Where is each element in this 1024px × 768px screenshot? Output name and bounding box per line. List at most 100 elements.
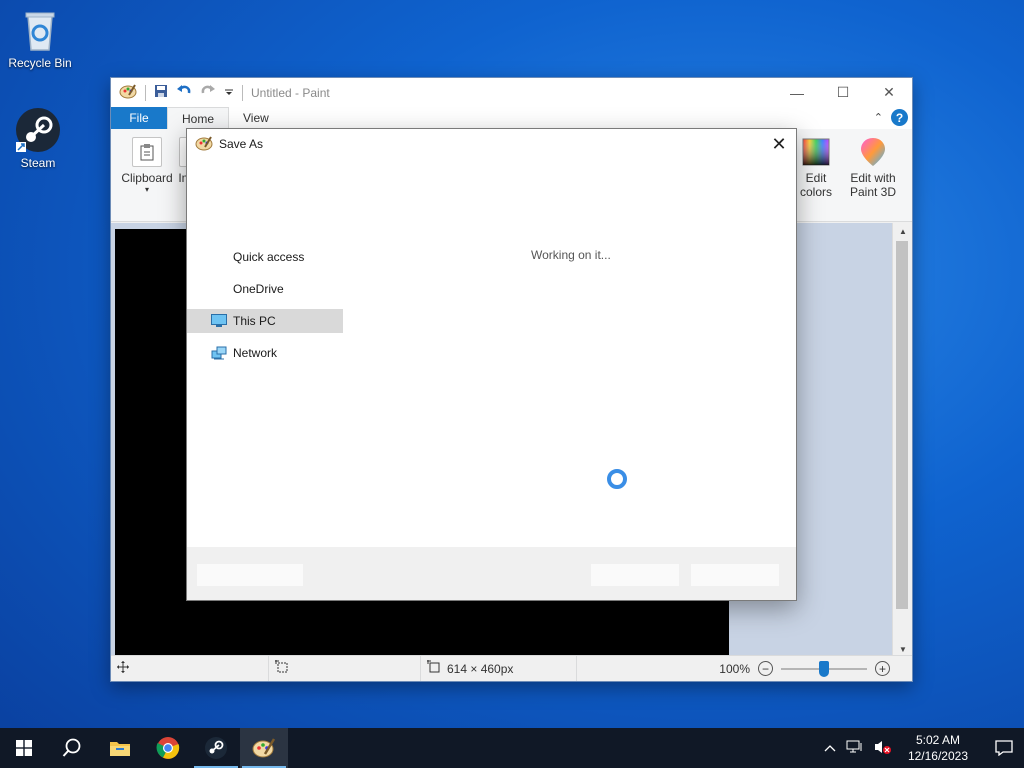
paint3d-label-2: Paint 3D <box>849 185 897 199</box>
customize-qat-icon[interactable] <box>224 86 234 100</box>
edit-colors-icon <box>801 137 831 167</box>
dialog-close-button[interactable]: ✕ <box>762 129 796 159</box>
recycle-bin-label: Recycle Bin <box>8 56 72 70</box>
taskbar-chrome[interactable] <box>144 728 192 768</box>
qat-separator-2 <box>242 84 243 101</box>
clock-time: 5:02 AM <box>915 733 960 747</box>
paint-window-title: Untitled - Paint <box>251 85 330 100</box>
loading-status-text: Working on it... <box>531 248 611 262</box>
notification-icon <box>995 740 1013 756</box>
tab-view[interactable]: View <box>229 107 283 129</box>
desktop-icon-steam[interactable]: Steam <box>0 106 76 170</box>
search-button[interactable] <box>48 728 96 768</box>
steam-label: Steam <box>20 156 56 170</box>
scrollbar-thumb[interactable] <box>896 241 908 609</box>
redo-icon[interactable] <box>200 84 216 101</box>
status-bar: 614 × 460px 100% − + <box>111 655 912 681</box>
network-status-icon[interactable] <box>846 739 864 758</box>
maximize-button[interactable]: ☐ <box>820 78 866 107</box>
taskbar-paint[interactable] <box>240 728 288 768</box>
dialog-footer <box>187 547 796 600</box>
dialog-titlebar: Save As <box>187 129 796 159</box>
paint-titlebar: Untitled - Paint — ☐ ✕ <box>111 78 912 107</box>
steam-icon <box>205 737 227 759</box>
show-hidden-icons-icon[interactable] <box>824 741 836 755</box>
clipboard-label: Clipboard <box>121 171 173 185</box>
clipboard-icon <box>132 137 162 167</box>
computer-icon <box>211 314 227 328</box>
dialog-paint-icon <box>195 135 213 154</box>
paint3d-label-1: Edit with <box>850 171 896 185</box>
selection-size-cell <box>269 656 421 681</box>
system-tray: 5:02 AM 12/16/2023 <box>824 728 1024 768</box>
minimize-button[interactable]: — <box>774 78 820 107</box>
start-button[interactable] <box>0 728 48 768</box>
clock-date: 12/16/2023 <box>907 749 968 763</box>
tab-home[interactable]: Home <box>167 107 230 129</box>
canvas-size-text: 614 × 460px <box>447 661 514 676</box>
dialog-title: Save As <box>219 137 264 151</box>
taskbar-clock[interactable]: 5:02 AM 12/16/2023 <box>902 732 974 764</box>
cursor-position-cell <box>111 656 269 681</box>
collapse-ribbon-icon[interactable]: ⌃ <box>874 111 883 124</box>
nav-label-onedrive: OneDrive <box>233 282 284 296</box>
hide-folders-placeholder[interactable] <box>197 564 303 586</box>
qat-separator <box>145 84 146 101</box>
nav-label-quick-access: Quick access <box>233 250 305 264</box>
close-button[interactable]: ✕ <box>866 78 912 107</box>
folder-icon <box>110 742 130 756</box>
zoom-out-button[interactable]: − <box>758 661 773 676</box>
edit-colors-label-1: Edit <box>805 171 827 185</box>
canvas-size-icon <box>427 660 441 677</box>
windows-icon <box>16 740 32 756</box>
canvas-size-cell: 614 × 460px <box>421 656 577 681</box>
zoom-in-button[interactable]: + <box>875 661 890 676</box>
edit-with-paint3d-button[interactable]: Edit with Paint 3D <box>845 133 901 199</box>
nav-label-network: Network <box>233 346 278 360</box>
ribbon-right-controls: ⌃ ? <box>874 109 908 126</box>
paint3d-icon <box>858 137 888 167</box>
save-as-dialog: Save As ✕ Quick access OneDrive This PC … <box>186 128 797 601</box>
quick-access-toolbar <box>111 83 243 102</box>
vertical-scrollbar[interactable]: ▲ ▼ <box>892 223 912 657</box>
taskbar-file-explorer[interactable] <box>96 728 144 768</box>
navigation-pane: Quick access OneDrive This PC Network <box>187 245 343 373</box>
zoom-slider-thumb[interactable] <box>819 660 829 677</box>
taskbar: 5:02 AM 12/16/2023 <box>0 728 1024 768</box>
help-icon[interactable]: ? <box>891 109 908 126</box>
nav-item-network[interactable]: Network <box>187 341 343 365</box>
selection-icon <box>275 660 289 677</box>
nav-item-this-pc[interactable]: This PC <box>187 309 343 333</box>
move-cursor-icon <box>117 661 129 676</box>
ribbon-tabs: File Home View ⌃ ? <box>111 107 912 129</box>
loading-spinner-icon <box>607 469 627 489</box>
clipboard-group[interactable]: Clipboard ▾ <box>117 133 177 194</box>
clipboard-dropdown-icon: ▾ <box>144 185 149 194</box>
cancel-button-placeholder[interactable] <box>691 564 779 586</box>
zoom-controls: 100% − + <box>719 660 912 677</box>
save-icon[interactable] <box>154 84 168 101</box>
nav-label-this-pc: This PC <box>233 314 276 328</box>
zoom-level: 100% <box>719 661 750 676</box>
volume-muted-icon[interactable] <box>874 739 892 758</box>
search-icon <box>62 738 81 757</box>
save-button-placeholder[interactable] <box>591 564 679 586</box>
zoom-slider[interactable] <box>781 660 867 677</box>
edit-colors-label-2: colors <box>799 185 832 199</box>
window-controls: — ☐ ✕ <box>774 78 912 107</box>
undo-icon[interactable] <box>176 84 192 101</box>
nav-item-onedrive[interactable]: OneDrive <box>187 277 343 301</box>
paint-app-icon <box>119 83 137 102</box>
taskbar-steam[interactable] <box>192 728 240 768</box>
steam-icon <box>14 106 62 154</box>
tab-file[interactable]: File <box>111 107 167 129</box>
paint-icon <box>252 738 276 758</box>
action-center-button[interactable] <box>984 728 1024 768</box>
desktop-icon-recycle-bin[interactable]: Recycle Bin <box>2 6 78 70</box>
network-icon <box>211 346 227 360</box>
nav-item-quick-access[interactable]: Quick access <box>187 245 343 269</box>
scroll-up-icon[interactable]: ▲ <box>893 223 913 239</box>
edit-colors-button[interactable]: Edit colors <box>795 133 837 199</box>
chrome-icon <box>156 737 180 759</box>
recycle-bin-icon <box>16 6 64 54</box>
